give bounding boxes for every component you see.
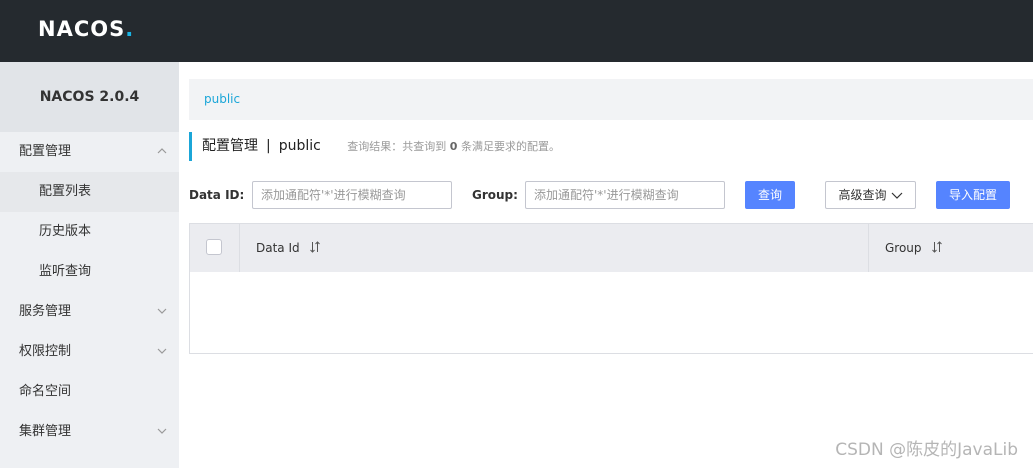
dataid-input[interactable] [252, 181, 452, 209]
chevron-up-icon [157, 132, 169, 172]
sidebar-item-label: 监听查询 [39, 264, 92, 279]
search-bar: Data ID: Group: 查询 高级查询 导入配置 [189, 181, 1033, 209]
sidebar-item-config-list[interactable]: 配置列表 [0, 172, 179, 212]
sidebar-item-namespace[interactable]: 命名空间 [0, 372, 179, 412]
sidebar-item-label: 权限控制 [19, 344, 72, 359]
chevron-down-icon [157, 412, 169, 452]
sidebar-item-label: 历史版本 [39, 224, 92, 239]
column-label: Group [885, 241, 922, 255]
chevron-down-icon [891, 192, 902, 199]
chevron-down-icon [157, 292, 169, 332]
column-header-group[interactable]: Group [869, 224, 1033, 272]
sidebar-item-label: 配置管理 [19, 144, 72, 159]
page-title-text: 配置管理 [202, 138, 258, 154]
sidebar-item-config-management[interactable]: 配置管理 [0, 132, 179, 172]
import-config-button[interactable]: 导入配置 [936, 181, 1010, 209]
main-content: public 配置管理 | public 查询结果：共查询到 0 条满足要求的配置。… [179, 62, 1033, 468]
sidebar-item-label: 集群管理 [19, 424, 72, 439]
nacos-logo[interactable]: NACOS. [38, 17, 134, 41]
advanced-query-button[interactable]: 高级查询 [825, 181, 916, 209]
sort-icon[interactable] [309, 225, 321, 273]
sidebar-item-label: 命名空间 [19, 384, 72, 399]
page-title: 配置管理 | public 查询结果：共查询到 0 条满足要求的配置。 [189, 132, 560, 161]
advanced-query-label: 高级查询 [838, 188, 887, 202]
result-count: 0 [449, 140, 458, 153]
top-bar: NACOS. [0, 0, 1033, 62]
namespace-link-public[interactable]: public [204, 92, 240, 106]
column-header-dataid[interactable]: Data Id [240, 224, 869, 272]
title-separator: | [266, 138, 271, 154]
sidebar-item-service-management[interactable]: 服务管理 [0, 292, 179, 332]
group-label: Group: [472, 188, 518, 202]
result-suffix: 条满足要求的配置。 [460, 140, 560, 153]
result-prefix: 查询结果：共查询到 [347, 140, 447, 153]
sidebar-item-access-control[interactable]: 权限控制 [0, 332, 179, 372]
logo-text-oo: CO [73, 17, 110, 41]
namespace-breadcrumb: public [189, 79, 1033, 120]
logo-text-prefix: NA [38, 17, 74, 41]
sidebar: NACOS 2.0.4 配置管理 配置列表 历史版本 监听查询 服务管理 权限控… [0, 62, 179, 468]
logo-text-suffix: S [109, 17, 126, 41]
sidebar-item-label: 配置列表 [39, 184, 92, 199]
group-input[interactable] [525, 181, 725, 209]
sort-icon[interactable] [931, 225, 943, 273]
dataid-label: Data ID: [189, 188, 245, 202]
csdn-watermark: CSDN @陈皮的JavaLib [835, 440, 1018, 460]
page-title-namespace: public [278, 138, 321, 154]
select-all-checkbox[interactable] [206, 239, 222, 255]
table-header: Data Id Group [190, 224, 1033, 272]
sidebar-item-cluster-management[interactable]: 集群管理 [0, 412, 179, 452]
logo-dot: . [125, 17, 135, 41]
query-result-summary: 查询结果：共查询到 0 条满足要求的配置。 [347, 140, 560, 153]
config-table: Data Id Group [189, 223, 1033, 354]
sidebar-item-history-versions[interactable]: 历史版本 [0, 212, 179, 252]
sidebar-item-label: 服务管理 [19, 304, 72, 319]
sidebar-title: NACOS 2.0.4 [0, 62, 179, 132]
table-body-empty [190, 272, 1033, 353]
chevron-down-icon [157, 332, 169, 372]
column-label: Data Id [256, 241, 300, 255]
select-all-cell [190, 224, 240, 272]
sidebar-item-listener-query[interactable]: 监听查询 [0, 252, 179, 292]
query-button[interactable]: 查询 [745, 181, 795, 209]
